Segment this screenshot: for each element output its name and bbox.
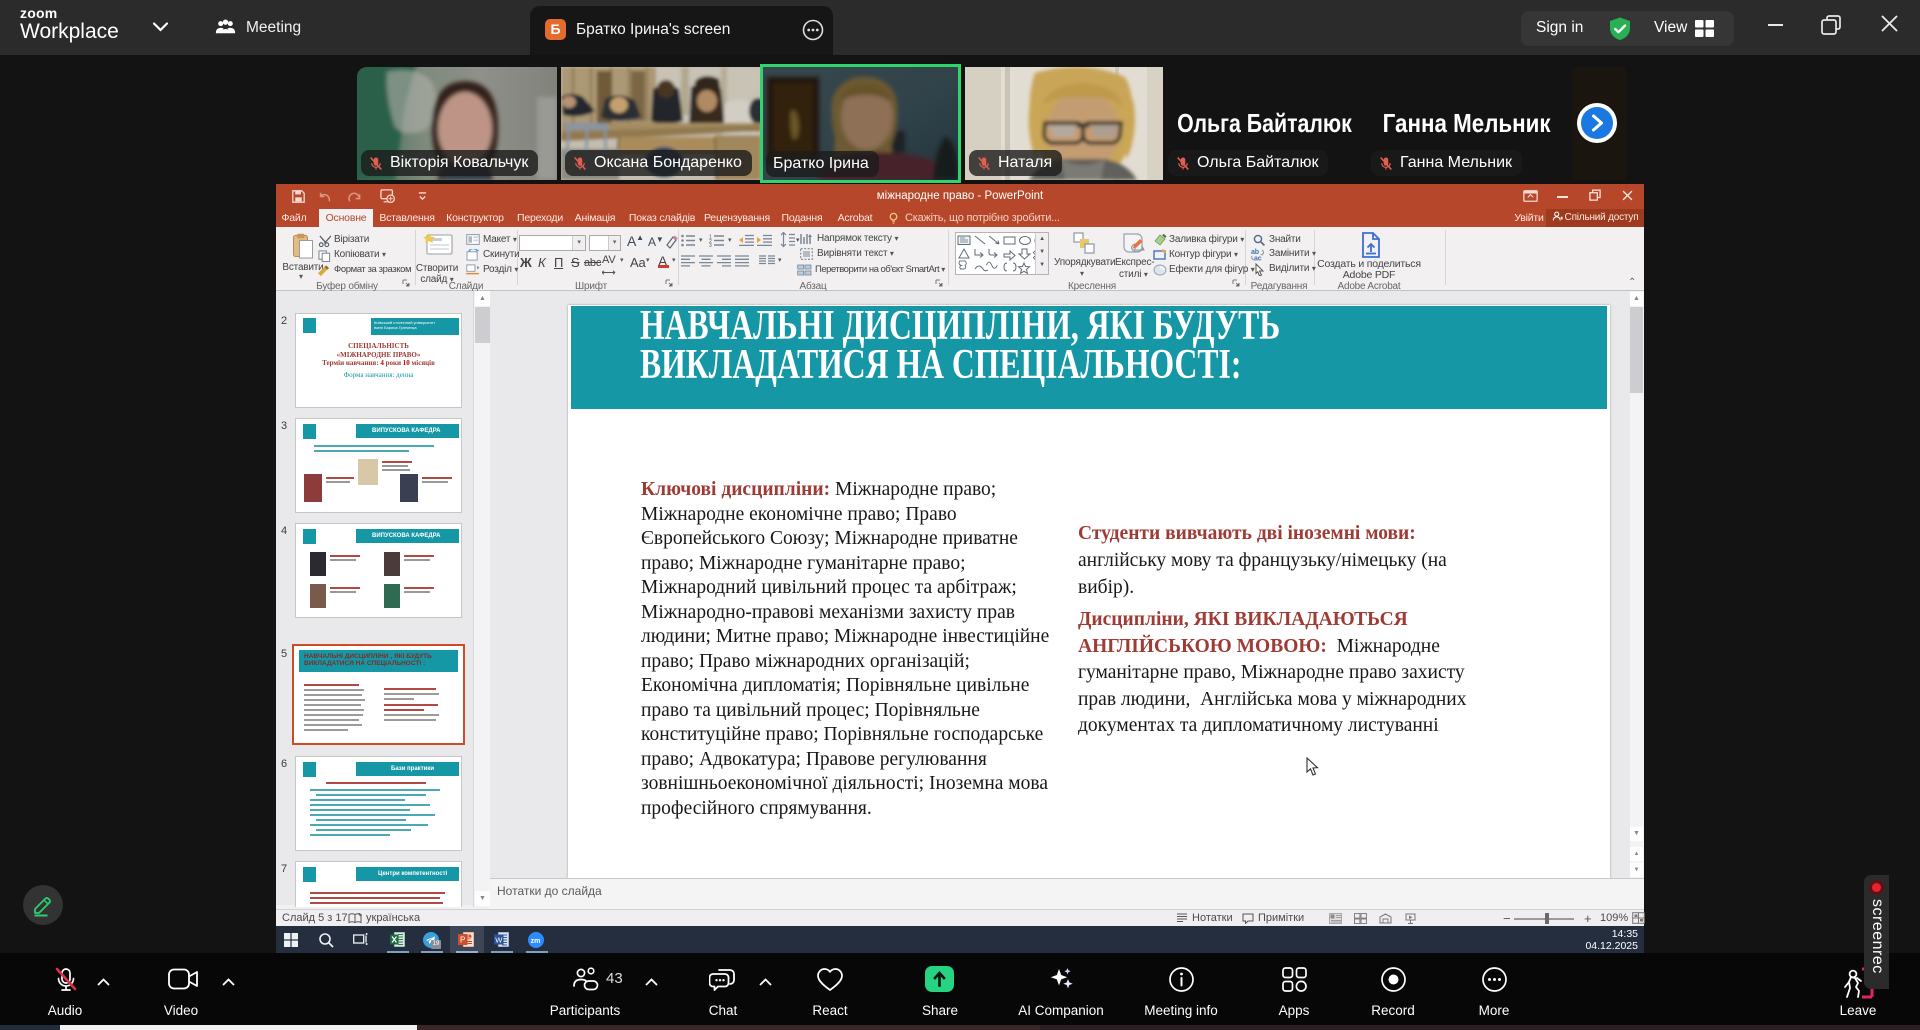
svg-text:W: W	[495, 936, 503, 945]
svg-text:3: 3	[709, 243, 712, 247]
svg-text:zm: zm	[531, 938, 541, 945]
svg-text:ac: ac	[1254, 256, 1262, 262]
svg-text:P: P	[460, 936, 465, 945]
